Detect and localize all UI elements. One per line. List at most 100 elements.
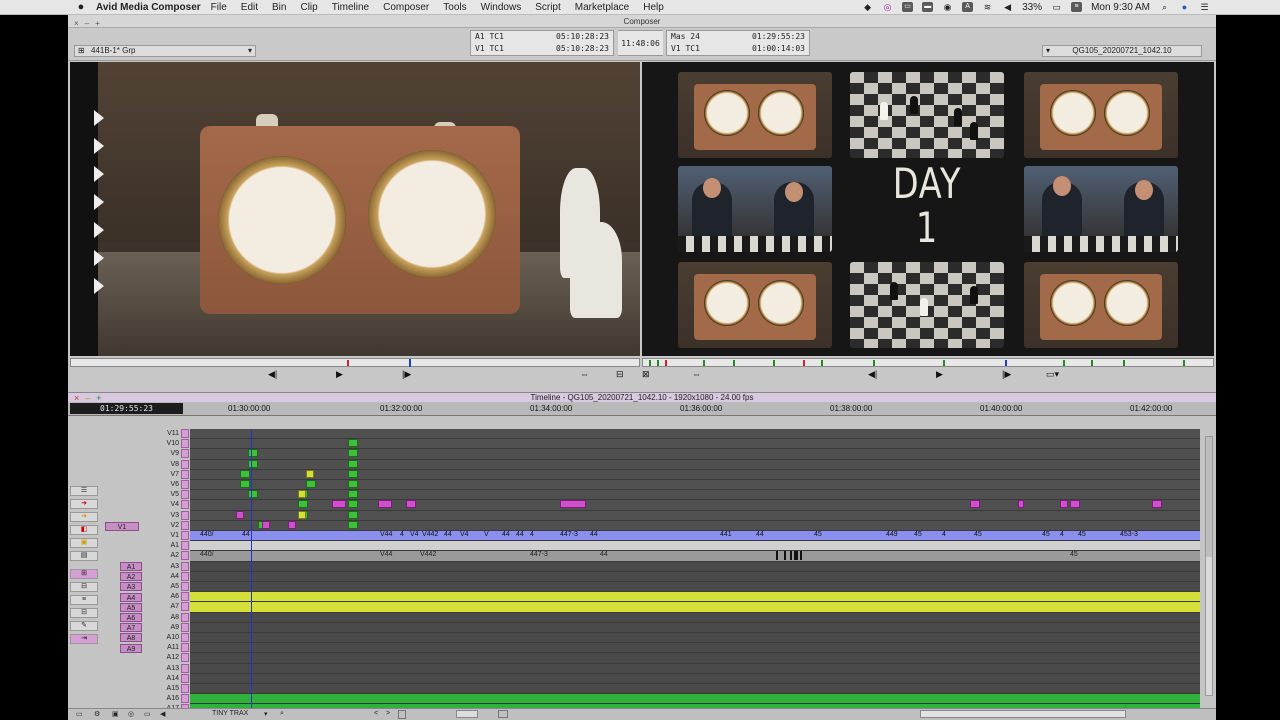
track-lock-icon[interactable] [181,520,189,530]
track-lock-icon[interactable] [181,490,189,500]
track-lane-a8[interactable] [190,612,1200,623]
track-lane-v8[interactable] [190,459,1200,470]
effect-clip[interactable] [560,500,586,509]
volume-icon[interactable]: ◀ [1002,2,1013,12]
track-lock-icon[interactable] [181,653,189,663]
clip-label[interactable]: 4 [400,531,404,538]
clip-label[interactable]: V442 [420,551,436,558]
track-lane-a15[interactable] [190,684,1200,695]
settings-icon[interactable]: ⚙ [94,710,100,718]
track-header-v10[interactable]: V10 [141,439,189,449]
menubar-clock[interactable]: Mon 9:30 AM [1091,2,1150,13]
clip-color-icon[interactable]: ◎ [128,710,134,718]
playhead[interactable] [251,430,252,708]
track-lock-icon[interactable] [181,684,189,693]
clip-label[interactable]: 44 [242,531,250,538]
monitor-icon[interactable]: ▭ [144,710,151,718]
track-lock-icon[interactable] [181,429,189,438]
effect-clip[interactable] [970,500,980,509]
source-patch-a2[interactable]: A2 [120,572,142,582]
menu-clip[interactable]: Clip [300,2,317,13]
stacked-clip[interactable] [248,449,258,458]
track-header-v9[interactable]: V9 [141,449,189,459]
clip-label[interactable]: 45 [1042,531,1050,538]
clip-label[interactable]: 44 [516,531,524,538]
link-icon[interactable]: ⊟ [70,582,98,592]
user-icon[interactable]: ● [1179,2,1190,12]
clip-label[interactable]: 440/ [200,551,214,558]
track-lane-a3[interactable] [190,561,1200,572]
clip-label[interactable]: 44 [502,531,510,538]
track-lock-icon[interactable] [181,694,189,704]
stacked-clip[interactable] [248,490,258,499]
track-lock-icon[interactable] [181,459,189,469]
track-size-menu[interactable]: TINY TRAX [212,710,248,717]
source-timecode-display[interactable]: A1 TC1 05:10:28:23 V1 TC1 05:10:28:23 [470,30,614,56]
effect-icon[interactable]: ✎ [70,621,98,631]
clip-label[interactable]: 441 [720,531,732,538]
control-center-icon[interactable]: ☰ [1199,2,1210,12]
mute-icon[interactable]: ◀ [160,710,165,718]
track-lock-icon[interactable] [181,561,189,571]
clip-label[interactable]: 45 [1070,551,1078,558]
stacked-clip[interactable] [240,469,250,478]
avid-icon[interactable]: A [962,2,974,12]
track-header-v2[interactable]: V2 [141,520,189,530]
menu-edit[interactable]: Edit [241,2,258,13]
track-lock-icon[interactable] [181,541,189,551]
track-lock-icon[interactable] [181,571,189,581]
track-lock-icon[interactable] [181,480,189,489]
track-lane-v2[interactable] [190,520,1200,531]
track-lane-v6[interactable] [190,480,1200,491]
clip-label[interactable]: 447-3 [560,531,578,538]
stacked-clip[interactable] [306,480,316,488]
track-header-a1[interactable]: A1 [141,541,189,551]
stacked-clip[interactable] [348,459,358,468]
display-icon[interactable]: ▬ [922,2,934,12]
source-patch-a4[interactable]: A4 [120,592,142,602]
track-lock-icon[interactable] [181,643,189,653]
source-patch-a1[interactable]: A1 [120,562,142,571]
clip-label[interactable]: V44 [380,531,392,538]
audio-mixer-icon[interactable]: ≡ [70,595,98,605]
wifi-icon[interactable]: ≋ [982,2,993,12]
track-lock-icon[interactable] [181,592,189,602]
source-clip-menu[interactable]: ⊞ 441B-1* Grp ▾ [74,45,256,57]
track-lane-a7[interactable] [190,602,1200,613]
track-lane-a12[interactable] [190,653,1200,664]
step-back-icon[interactable]: ◀| [268,369,277,380]
extract-icon[interactable]: ▤ [70,551,98,561]
track-header-v4[interactable]: V4 [141,500,189,510]
track-header-v7[interactable]: V7 [141,469,189,479]
splice-icon[interactable]: ⊟ [616,369,624,380]
effect-clip[interactable] [406,500,416,509]
track-header-a7[interactable]: A7 [141,602,189,612]
track-lane-a2[interactable]: 440/V44 V442 447-3 44 45 [190,551,1200,562]
step-forward-icon[interactable]: |▶ [402,369,411,380]
track-header-v8[interactable]: V8 [141,459,189,469]
notification-icon[interactable]: ≡ [1071,2,1083,12]
track-lane-a1[interactable] [190,541,1200,552]
clip-label[interactable]: 440/ [200,531,214,538]
apple-menu-icon[interactable]: ● [70,1,92,13]
track-header-v5[interactable]: V5 [141,490,189,500]
track-lane-a9[interactable] [190,622,1200,633]
track-lane-a14[interactable] [190,673,1200,684]
clip-label[interactable]: V4 [460,531,469,538]
track-header-a2[interactable]: A2 [141,551,189,561]
snap-icon[interactable]: ⊞ [70,569,98,579]
track-lane-a6[interactable] [190,592,1200,603]
stacked-clip[interactable] [348,510,358,519]
source-monitor[interactable] [70,62,640,356]
menu-composer[interactable]: Composer [383,2,429,13]
palette-button-icon[interactable]: ☰ [70,486,98,496]
clip-label[interactable]: V442 [422,531,438,538]
clip-label[interactable]: 453-3 [1120,531,1138,538]
clip-label[interactable]: 447-3 [530,551,548,558]
menu-tools[interactable]: Tools [443,2,466,13]
video-quality-icon[interactable]: ▣ [112,710,119,718]
creative-cloud-icon[interactable]: ◎ [882,2,893,12]
track-lane-v1[interactable]: 440/44 V44 4 V4 V442 44 V4 V 44 44 4 447-3 44 441 44 45… [190,531,1200,542]
track-lane-v10[interactable] [190,439,1200,450]
track-header-v3[interactable]: V3 [141,510,189,520]
